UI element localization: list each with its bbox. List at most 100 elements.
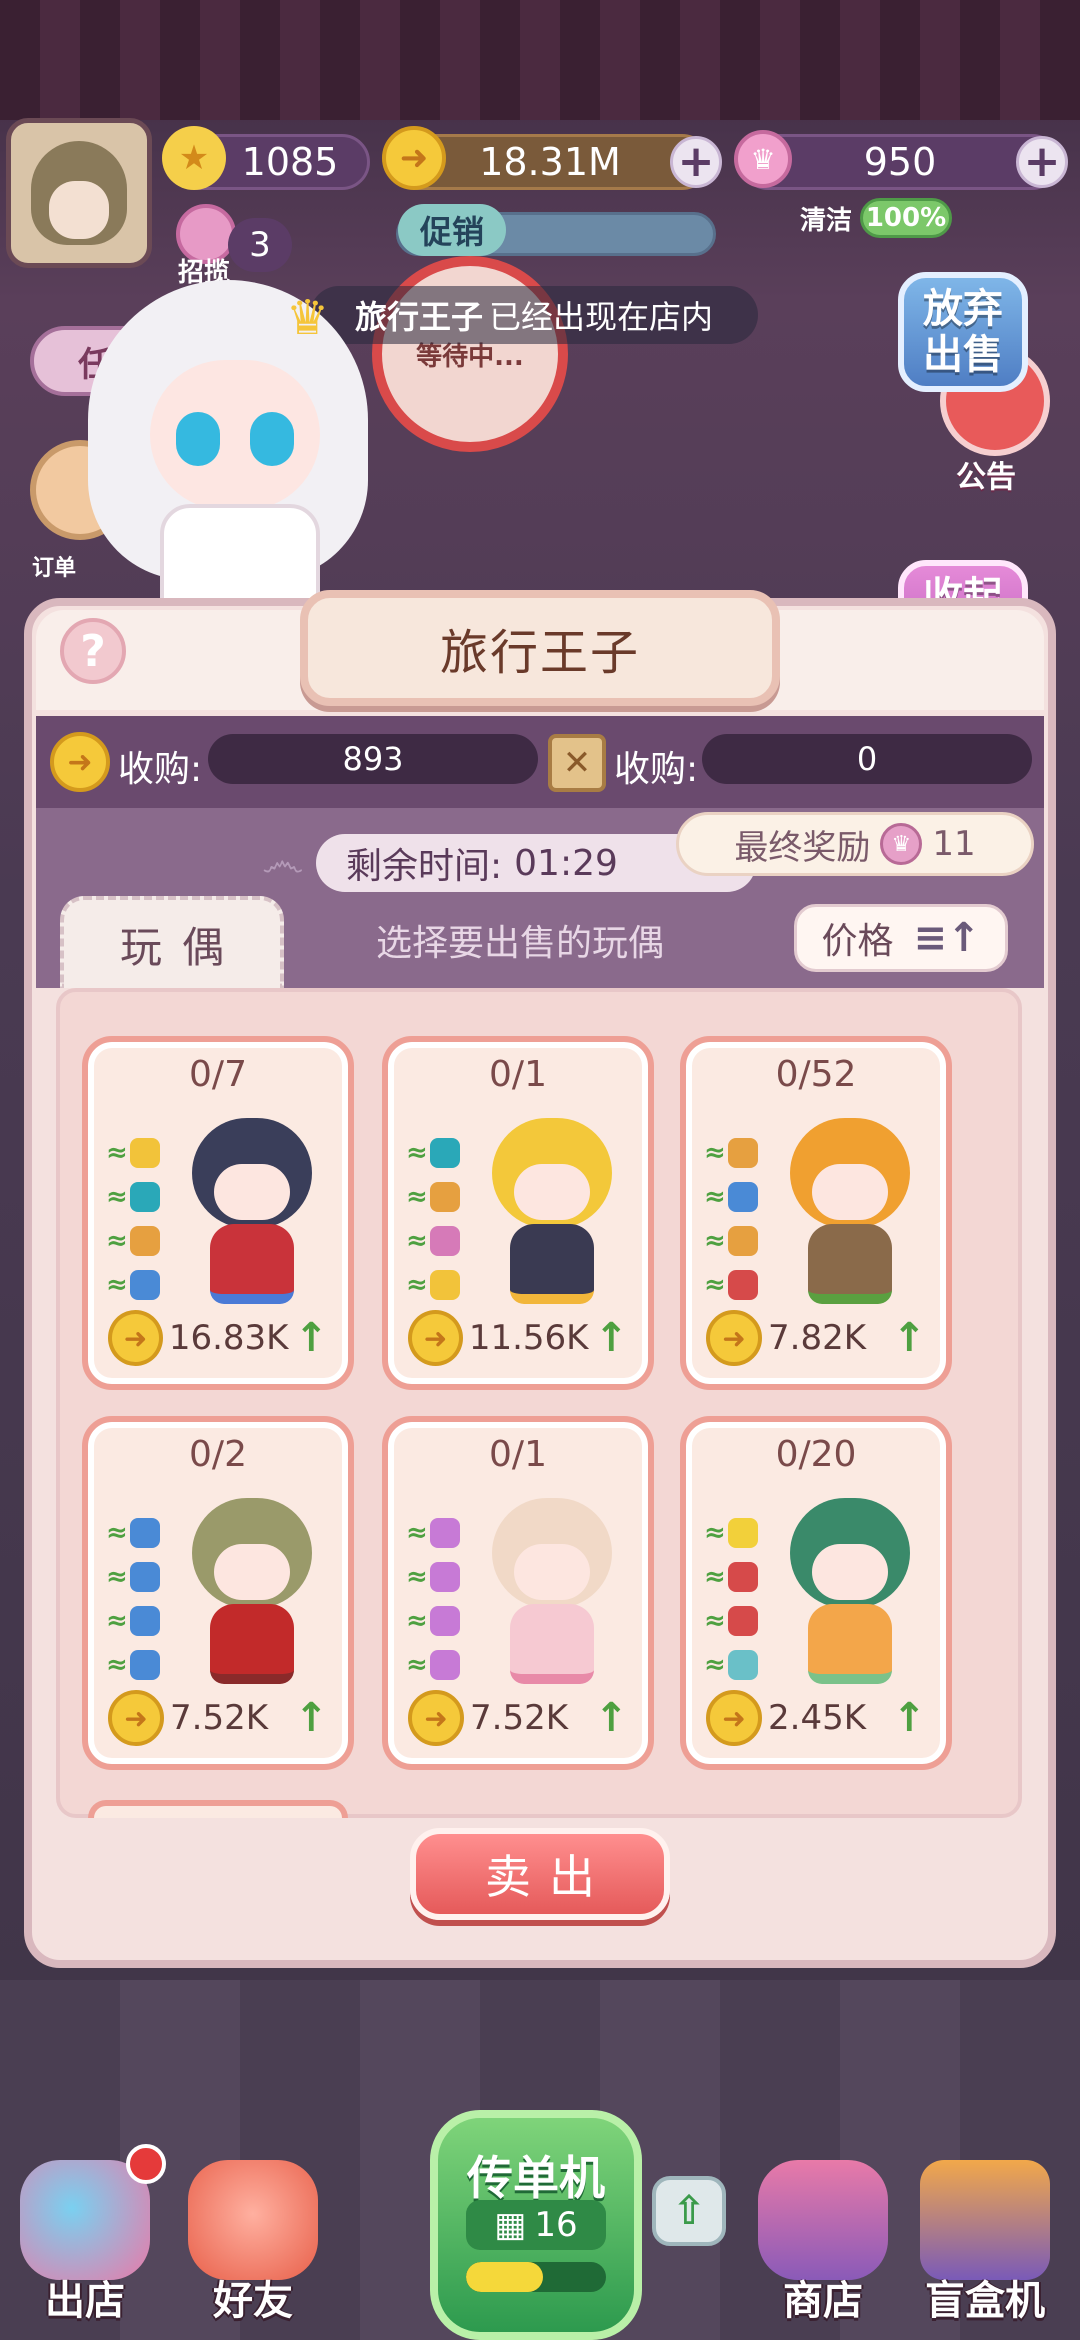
doll-body [210, 1604, 294, 1684]
doll-face [514, 1164, 590, 1220]
final-reward: 最终奖励 ♛ 11 [676, 812, 1034, 876]
player-avatar[interactable] [6, 118, 152, 268]
nav-shop[interactable]: 商店 [738, 2150, 908, 2330]
balloon-icon [20, 2160, 150, 2280]
coin-count: 18.31M [479, 140, 621, 184]
attribute-up-icon: ≈ [106, 1182, 128, 1212]
doll-card[interactable]: 0/20 ≈ ≈ ≈ ≈ ➜ 2.45K ↑ [680, 1416, 952, 1770]
attribute-up-icon: ≈ [704, 1226, 726, 1256]
coin-icon: ➜ [408, 1690, 464, 1746]
calendar-icon: ▦ [494, 2205, 527, 2245]
remaining-time-value: 01:29 [514, 842, 618, 884]
doll-card[interactable]: 0/1 ≈ ≈ ≈ ≈ ➜ 11.56K ↑ [382, 1036, 654, 1390]
doll-attributes: ≈ ≈ ≈ ≈ [106, 1518, 160, 1680]
promo-label[interactable]: 促销 [398, 204, 506, 256]
attribute-row: ≈ [704, 1606, 758, 1636]
notice-label: 公告 [956, 460, 1016, 495]
nav-friends[interactable]: 好友 [168, 2150, 338, 2330]
attribute-row: ≈ [106, 1270, 160, 1300]
sort-label: 价格 [821, 921, 894, 962]
attribute-row: ≈ [704, 1138, 758, 1168]
price-up-icon: ↑ [892, 1315, 926, 1361]
attribute-up-icon: ≈ [704, 1650, 726, 1680]
customer-name: 旅行王子 [354, 298, 483, 336]
doll-face [514, 1544, 590, 1600]
add-gems-button[interactable]: + [1016, 136, 1068, 188]
help-button[interactable]: ? [60, 618, 126, 684]
nav-go-out-label: 出店 [45, 2278, 125, 2324]
add-coins-button[interactable]: + [670, 136, 722, 188]
doll-stock-count: 0/52 [775, 1054, 857, 1095]
attribute-icon [429, 1562, 460, 1592]
doll-body [808, 1224, 892, 1304]
doll-stock-count: 0/20 [775, 1434, 857, 1475]
doll-price-value: 11.56K [468, 1318, 589, 1358]
swirl-icon: ෴ [262, 836, 304, 887]
attribute-up-icon: ≈ [406, 1606, 428, 1636]
crown-gem-icon: ♛ [734, 130, 792, 188]
prince-character-face [150, 360, 320, 510]
tab-dolls-label: 玩偶 [119, 922, 244, 972]
attribute-icon [727, 1518, 758, 1548]
nav-friends-label: 好友 [213, 2278, 293, 2324]
coin-icon: ➜ [408, 1310, 463, 1366]
attribute-up-icon: ≈ [704, 1562, 726, 1592]
coin-bounty-value: 893 [208, 734, 538, 784]
attribute-row: ≈ [406, 1606, 460, 1636]
crown-icon: ♛ [286, 290, 330, 346]
doll-stock-count: 0/7 [189, 1054, 247, 1095]
doll-price: ➜ 11.56K ↑ [408, 1308, 628, 1368]
box-bounty-icon: ✕ [548, 734, 606, 792]
attribute-row: ≈ [106, 1182, 160, 1212]
attribute-icon [129, 1518, 160, 1548]
attribute-row: ≈ [106, 1650, 160, 1680]
sell-button[interactable]: 卖出 [410, 1828, 670, 1920]
doll-stock-count: 0/1 [489, 1434, 547, 1475]
doll-figure [770, 1488, 930, 1688]
doll-stock-count: 0/2 [189, 1434, 247, 1475]
price-up-icon: ↑ [594, 1315, 628, 1361]
attribute-up-icon: ≈ [704, 1606, 726, 1636]
go-out-alert-dot [126, 2144, 166, 2184]
doll-attributes: ≈ ≈ ≈ ≈ [406, 1138, 460, 1300]
doll-price: ➜ 16.83K ↑ [108, 1308, 328, 1368]
attribute-icon [129, 1138, 160, 1168]
attribute-up-icon: ≈ [704, 1270, 726, 1300]
attribute-icon [429, 1182, 460, 1212]
doll-card[interactable]: 0/7 ≈ ≈ ≈ ≈ ➜ 16.83K ↑ [82, 1036, 354, 1390]
doll-attributes: ≈ ≈ ≈ ≈ [406, 1518, 460, 1680]
attribute-row: ≈ [106, 1606, 160, 1636]
prince-character-coat [160, 504, 320, 604]
tab-dolls[interactable]: 玩偶 [60, 896, 284, 988]
attribute-row: ≈ [704, 1226, 758, 1256]
nav-blind-box[interactable]: 盲盒机 [900, 2150, 1070, 2330]
attribute-up-icon: ≈ [106, 1518, 128, 1548]
sell-button-label: 卖出 [485, 1850, 613, 1904]
choose-doll-hint: 选择要出售的玩偶 [376, 923, 665, 964]
attribute-row: ≈ [704, 1562, 758, 1592]
nav-go-out[interactable]: 出店 [0, 2144, 170, 2330]
attribute-icon [727, 1606, 758, 1636]
doll-figure [472, 1488, 632, 1688]
abandon-sale-button[interactable]: 放弃 出售 [898, 272, 1028, 392]
coin-icon: ➜ [108, 1690, 164, 1746]
sort-by-price-button[interactable]: 价格 ≡↑ [794, 904, 1008, 972]
flyer-machine-label: 传单机 [467, 2151, 605, 2205]
attribute-icon [727, 1650, 758, 1680]
doll-card[interactable]: 0/52 ≈ ≈ ≈ ≈ ➜ 7.82K ↑ [680, 1036, 952, 1390]
doll-figure [172, 1108, 332, 1308]
box-bounty-label: 收购: [614, 749, 699, 790]
doll-body [808, 1604, 892, 1684]
doll-card-partial[interactable] [88, 1800, 348, 1818]
clean-label: 清洁 [800, 206, 853, 236]
doll-card[interactable]: 0/1 ≈ ≈ ≈ ≈ ➜ 7.52K ↑ [382, 1416, 654, 1770]
doll-price-value: 7.52K [170, 1698, 268, 1738]
attribute-up-icon: ≈ [406, 1650, 428, 1680]
gacha-machine-icon [920, 2160, 1050, 2280]
doll-attributes: ≈ ≈ ≈ ≈ [704, 1138, 758, 1300]
attribute-icon [727, 1226, 758, 1256]
upgrade-arrow-button[interactable]: ⇧ [652, 2176, 726, 2246]
doll-card[interactable]: 0/2 ≈ ≈ ≈ ≈ ➜ 7.52K ↑ [82, 1416, 354, 1770]
attribute-row: ≈ [704, 1518, 758, 1548]
nav-blind-box-label: 盲盒机 [925, 2278, 1045, 2324]
